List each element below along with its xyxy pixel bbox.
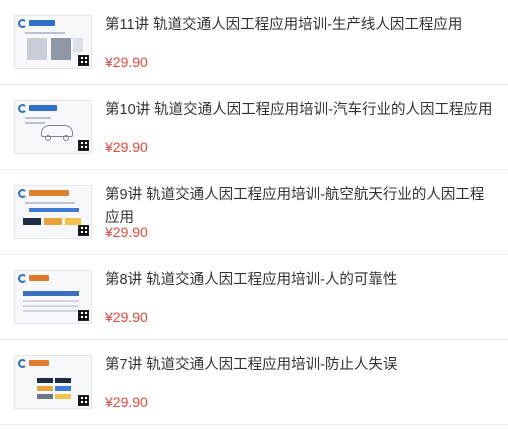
course-item[interactable]: 第9讲 轨道交通人因工程应用培训-航空航天行业的人因工程应用 ¥29.90 — [0, 170, 508, 255]
course-price: ¥29.90 — [105, 139, 148, 155]
course-thumbnail[interactable] — [14, 185, 92, 239]
course-thumbnail[interactable] — [14, 355, 92, 409]
course-thumbnail[interactable] — [14, 270, 92, 324]
course-item[interactable]: 第8讲 轨道交通人因工程应用培训-人的可靠性 ¥29.90 — [0, 255, 508, 340]
qr-code-icon — [78, 55, 89, 66]
course-title[interactable]: 第10讲 轨道交通人因工程应用培训-汽车行业的人因工程应用 — [105, 99, 495, 122]
qr-code-icon — [78, 310, 89, 321]
course-item[interactable]: 第7讲 轨道交通人因工程应用培训-防止人失误 ¥29.90 — [0, 340, 508, 425]
logo-icon — [18, 19, 27, 28]
course-title[interactable]: 第9讲 轨道交通人因工程应用培训-航空航天行业的人因工程应用 — [105, 184, 495, 230]
course-list: 第11讲 轨道交通人因工程应用培训-生产线人因工程应用 ¥29.90 第10讲 … — [0, 0, 508, 430]
course-price: ¥29.90 — [105, 54, 148, 70]
qr-code-icon — [78, 225, 89, 236]
course-thumbnail[interactable] — [14, 100, 92, 154]
logo-icon — [18, 359, 27, 368]
course-price: ¥29.90 — [105, 394, 148, 410]
course-thumbnail[interactable] — [14, 15, 92, 69]
logo-icon — [18, 104, 27, 113]
qr-code-icon — [78, 140, 89, 151]
course-price: ¥29.90 — [105, 224, 148, 240]
course-item[interactable]: 第11讲 轨道交通人因工程应用培训-生产线人因工程应用 ¥29.90 — [0, 0, 508, 85]
course-price: ¥29.90 — [105, 309, 148, 325]
qr-code-icon — [78, 395, 89, 406]
logo-icon — [18, 189, 27, 198]
logo-icon — [18, 274, 27, 283]
course-item[interactable]: 第10讲 轨道交通人因工程应用培训-汽车行业的人因工程应用 ¥29.90 — [0, 85, 508, 170]
course-title[interactable]: 第11讲 轨道交通人因工程应用培训-生产线人因工程应用 — [105, 14, 495, 37]
course-title[interactable]: 第8讲 轨道交通人因工程应用培训-人的可靠性 — [105, 269, 495, 292]
course-title[interactable]: 第7讲 轨道交通人因工程应用培训-防止人失误 — [105, 354, 495, 377]
